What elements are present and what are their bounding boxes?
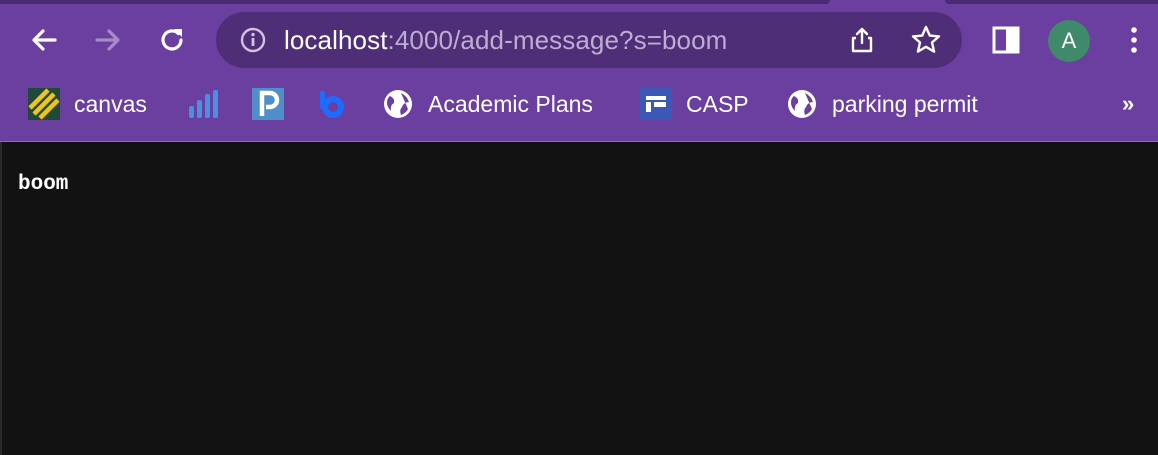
- browser-window: localhost:4000/add-message?s=boom A canv…: [0, 0, 1158, 455]
- url-path: :4000/add-message?s=boom: [387, 25, 728, 55]
- side-panel-button[interactable]: [986, 20, 1026, 60]
- info-icon[interactable]: [240, 27, 266, 53]
- avatar[interactable]: A: [1048, 20, 1090, 62]
- bookmark-b-logo[interactable]: [316, 78, 348, 130]
- bar-graph-icon: [189, 90, 218, 118]
- menu-button[interactable]: [1114, 20, 1154, 60]
- tab-strip-edge: [0, 0, 830, 4]
- browser-toolbar: localhost:4000/add-message?s=boom A canv…: [0, 0, 1158, 142]
- address-bar[interactable]: localhost:4000/add-message?s=boom: [216, 12, 962, 68]
- message-text: boom: [18, 173, 69, 196]
- canvas-icon: [28, 88, 60, 120]
- bookmark-parking-permit[interactable]: parking permit: [786, 78, 978, 130]
- star-icon[interactable]: [910, 24, 942, 56]
- globe-icon: [788, 90, 816, 118]
- p-logo-icon: [252, 88, 284, 120]
- bookmark-academic-plans[interactable]: Academic Plans: [382, 78, 593, 130]
- side-panel-icon: [992, 26, 1020, 54]
- back-button[interactable]: [24, 20, 64, 60]
- bookmark-canvas[interactable]: canvas: [28, 78, 147, 130]
- share-icon[interactable]: [848, 26, 876, 54]
- page-content: boom: [0, 142, 1158, 455]
- url-text[interactable]: localhost:4000/add-message?s=boom: [284, 25, 727, 55]
- bookmark-label: canvas: [74, 90, 147, 117]
- kebab-menu-icon: [1131, 27, 1137, 53]
- b-logo-icon: [320, 91, 344, 118]
- arrow-left-icon: [32, 29, 57, 51]
- bookmarks-overflow-button[interactable]: »: [1122, 90, 1134, 118]
- casp-icon: [640, 88, 672, 120]
- bookmark-bar-graph[interactable]: [188, 78, 220, 130]
- reload-icon: [161, 29, 183, 51]
- url-host: localhost: [284, 25, 388, 55]
- reload-button[interactable]: [152, 20, 192, 60]
- bookmark-label: Academic Plans: [428, 90, 593, 117]
- bookmark-label: CASP: [686, 90, 749, 117]
- arrow-right-icon: [95, 29, 120, 51]
- bookmarks-bar: canvas Academic Plans CASP parking permi…: [0, 78, 1158, 130]
- bookmark-p-logo[interactable]: [252, 78, 284, 130]
- bookmark-casp[interactable]: CASP: [640, 78, 749, 130]
- forward-button[interactable]: [88, 20, 128, 60]
- globe-icon: [384, 90, 412, 118]
- tab-strip-edge: [945, 0, 1158, 4]
- bookmark-label: parking permit: [832, 90, 978, 117]
